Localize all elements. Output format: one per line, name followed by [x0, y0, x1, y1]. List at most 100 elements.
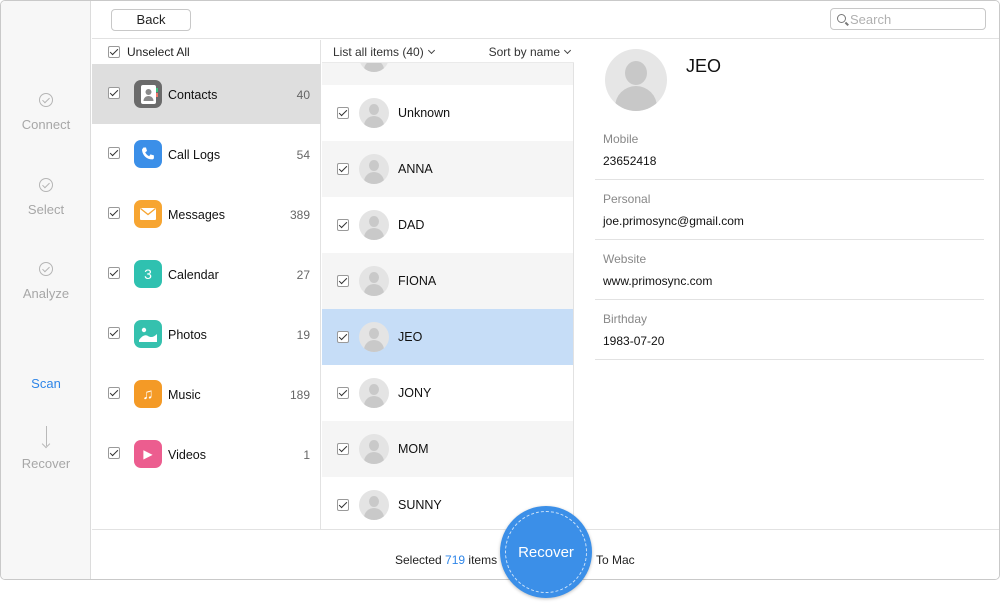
category-checkbox[interactable] — [108, 147, 120, 159]
contact-avatar — [359, 63, 389, 72]
category-photos[interactable]: Photos 19 — [92, 304, 321, 364]
unselect-all-toggle[interactable]: Unselect All — [108, 45, 190, 59]
contact-avatar — [359, 266, 389, 296]
category-checkbox[interactable] — [108, 447, 120, 459]
steps-sidebar: Connect Select Analyze Scan Recover — [1, 1, 91, 579]
step-label: Recover — [21, 456, 71, 471]
item-checkbox[interactable] — [337, 275, 349, 287]
selected-suffix: items — [468, 553, 498, 567]
category-count: 389 — [289, 208, 310, 222]
category-count: 54 — [296, 148, 310, 162]
contact-avatar — [359, 490, 389, 520]
category-count: 1 — [303, 448, 310, 462]
contact-avatar — [359, 210, 389, 240]
list-item[interactable]: FIONA — [322, 253, 573, 309]
field-website: Website www.primosync.com — [595, 240, 984, 300]
check-circle-icon — [39, 262, 53, 276]
step-scan: Scan — [1, 376, 91, 391]
category-call-logs[interactable]: Call Logs 54 — [92, 124, 321, 184]
envelope-icon — [134, 200, 162, 228]
category-music[interactable]: ♫ Music 189 — [92, 364, 321, 424]
list-item[interactable]: DAD — [322, 197, 573, 253]
search-box[interactable] — [830, 8, 986, 30]
field-label: Birthday — [603, 312, 648, 326]
step-label: Analyze — [22, 286, 70, 301]
list-item[interactable]: Unknown — [322, 85, 573, 141]
contact-detail-panel: JEO Mobile 23652418 Personal joe.primosy… — [575, 40, 999, 529]
field-label: Website — [603, 252, 647, 266]
category-checkbox[interactable] — [108, 207, 120, 219]
item-checkbox[interactable] — [337, 443, 349, 455]
list-item[interactable]: ANNA — [322, 141, 573, 197]
unselect-all-checkbox[interactable] — [108, 46, 120, 58]
item-name: MOM — [398, 442, 429, 456]
contact-avatar — [359, 98, 389, 128]
category-checkbox[interactable] — [108, 387, 120, 399]
item-checkbox[interactable] — [337, 163, 349, 175]
toolbar: Back — [92, 1, 999, 39]
search-input[interactable] — [850, 11, 982, 27]
back-button[interactable]: Back — [111, 9, 191, 31]
selected-count: 719 — [445, 553, 466, 567]
chevron-down-icon — [427, 46, 435, 55]
contact-name: JEO — [686, 56, 722, 76]
selected-count-text: Selected 719 items — [395, 553, 497, 567]
category-contacts[interactable]: Contacts 40 — [92, 64, 321, 124]
contact-avatar — [359, 378, 389, 408]
category-messages[interactable]: Messages 389 — [92, 184, 321, 244]
category-label: Call Logs — [168, 148, 221, 162]
contact-avatar — [359, 322, 389, 352]
item-name: FIONA — [398, 274, 437, 288]
list-item[interactable]: JEO — [322, 309, 573, 365]
category-checkbox[interactable] — [108, 327, 120, 339]
music-note-icon: ♫ — [134, 380, 162, 408]
item-checkbox[interactable] — [337, 499, 349, 511]
items-list[interactable]: Unknown ANNA DAD FIONA JEO JONY MOM SUNN… — [322, 63, 574, 529]
category-label: Videos — [168, 448, 206, 462]
item-checkbox[interactable] — [337, 387, 349, 399]
recover-button[interactable]: Recover — [500, 506, 592, 598]
list-all-label: List all items (40) — [333, 45, 424, 59]
item-name: ANNA — [398, 162, 433, 176]
step-analyze: Analyze — [1, 262, 91, 301]
category-checkbox[interactable] — [108, 87, 120, 99]
field-birthday: Birthday 1983-07-20 — [595, 300, 984, 360]
contacts-icon — [134, 80, 162, 108]
contact-avatar — [359, 154, 389, 184]
step-connect: Connect — [1, 93, 91, 132]
list-item[interactable]: MOM — [322, 421, 573, 477]
app-window: Connect Select Analyze Scan Recover Back… — [0, 0, 1000, 580]
calendar-icon: 3 — [134, 260, 162, 288]
category-checkbox[interactable] — [108, 267, 120, 279]
list-all-dropdown[interactable]: List all items (40) — [333, 45, 435, 59]
step-label: Connect — [21, 117, 71, 132]
category-count: 40 — [296, 88, 310, 102]
item-name: DAD — [398, 218, 425, 232]
item-checkbox[interactable] — [337, 331, 349, 343]
category-calendar[interactable]: 3 Calendar 27 — [92, 244, 321, 304]
category-videos[interactable]: ▶ Videos 1 — [92, 424, 321, 484]
category-count: 27 — [296, 268, 310, 282]
category-label: Contacts — [168, 88, 218, 102]
list-item[interactable]: JONY — [322, 365, 573, 421]
check-circle-icon — [39, 93, 53, 107]
category-label: Music — [168, 388, 201, 402]
step-recover: Recover — [1, 426, 91, 471]
phone-icon — [134, 140, 162, 168]
category-list: Unselect All Contacts 40 Call Logs 54 Me… — [92, 40, 321, 529]
item-checkbox[interactable] — [337, 219, 349, 231]
field-mobile: Mobile 23652418 — [595, 120, 984, 180]
search-icon — [837, 14, 846, 23]
sort-dropdown[interactable]: Sort by name — [489, 45, 572, 59]
video-play-icon: ▶ — [134, 440, 162, 468]
recover-button-label: Recover — [518, 544, 574, 561]
list-item[interactable] — [322, 63, 573, 85]
item-checkbox[interactable] — [337, 107, 349, 119]
item-name: Unknown — [398, 106, 451, 120]
step-label: Select — [27, 202, 65, 217]
category-label: Photos — [168, 328, 207, 342]
check-circle-icon — [39, 178, 53, 192]
photos-icon — [134, 320, 162, 348]
field-value: joe.primosync@gmail.com — [603, 214, 744, 228]
item-name: SUNNY — [398, 498, 442, 512]
